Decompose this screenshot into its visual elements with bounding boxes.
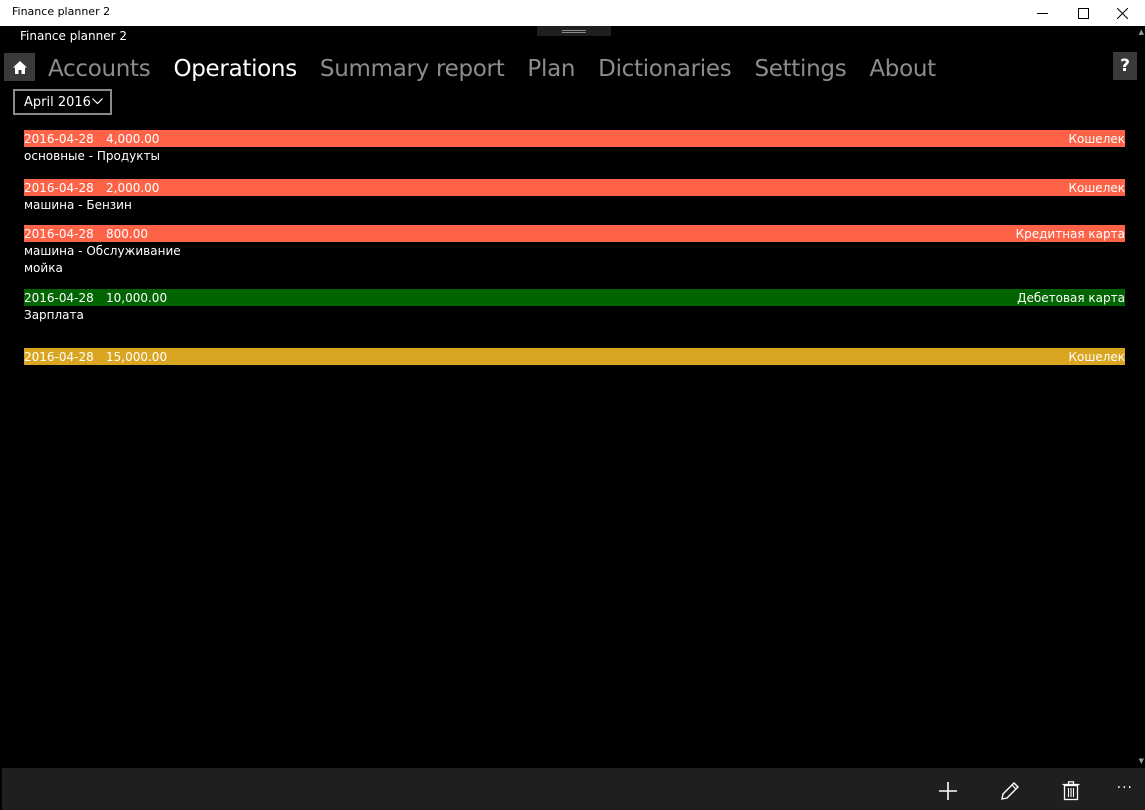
trash-icon xyxy=(1062,781,1080,801)
operation-amount: 4,000.00 xyxy=(106,131,160,146)
operation-account: Дебетовая карта xyxy=(1017,290,1125,305)
tab-operations[interactable]: Operations xyxy=(173,56,297,82)
tab-about[interactable]: About xyxy=(869,56,936,82)
month-select[interactable]: April 2016 xyxy=(13,89,112,115)
operation-header: 2016-04-28 2,000.00 Кошелек xyxy=(24,179,1125,196)
chevron-down-icon xyxy=(92,98,103,105)
operation-header: 2016-04-28 4,000.00 Кошелек xyxy=(24,130,1125,147)
pencil-icon xyxy=(1001,782,1019,800)
close-icon xyxy=(1116,7,1128,19)
minimize-icon xyxy=(1036,12,1048,14)
operation-category: машина - Обслуживание xyxy=(24,244,181,258)
operation-item[interactable]: 2016-04-28 15,000.00 Кошелек xyxy=(24,348,1125,365)
month-select-value: April 2016 xyxy=(24,94,91,110)
help-button[interactable]: ? xyxy=(1113,52,1137,80)
add-button[interactable] xyxy=(935,778,961,804)
home-icon xyxy=(12,60,27,74)
operation-date: 2016-04-28 xyxy=(24,290,94,305)
operation-date: 2016-04-28 xyxy=(24,180,94,195)
operation-date: 2016-04-28 xyxy=(24,226,94,241)
delete-button[interactable] xyxy=(1058,778,1084,804)
app-window: Finance planner 2 Finance planner 2 ▲ ▼ … xyxy=(0,0,1145,810)
scroll-up-icon[interactable]: ▲ xyxy=(1139,28,1144,36)
operation-item[interactable]: 2016-04-28 10,000.00 Дебетовая карта Зар… xyxy=(24,289,1125,323)
title-drag-grip[interactable] xyxy=(537,26,611,36)
operation-comment: мойка xyxy=(24,261,63,275)
operation-header: 2016-04-28 15,000.00 Кошелек xyxy=(24,348,1125,365)
operation-header: 2016-04-28 10,000.00 Дебетовая карта xyxy=(24,289,1125,306)
tab-accounts[interactable]: Accounts xyxy=(48,56,151,82)
close-button[interactable] xyxy=(1099,0,1145,26)
operation-account: Кредитная карта xyxy=(1015,226,1125,241)
operation-amount: 2,000.00 xyxy=(106,180,160,195)
vertical-scrollbar[interactable]: ▲ ▼ xyxy=(1136,26,1145,768)
add-icon xyxy=(939,782,957,800)
operation-account: Кошелек xyxy=(1068,180,1125,195)
operation-item[interactable]: 2016-04-28 800.00 Кредитная карта машина… xyxy=(24,225,1125,276)
command-bar: ··· xyxy=(2,768,1145,810)
operation-amount: 10,000.00 xyxy=(106,290,168,305)
home-button[interactable] xyxy=(4,53,35,81)
operation-date: 2016-04-28 xyxy=(24,131,94,146)
tab-summary-report[interactable]: Summary report xyxy=(320,56,505,82)
operation-amount: 800.00 xyxy=(106,226,148,241)
more-button[interactable]: ··· xyxy=(1117,780,1133,796)
edit-button[interactable] xyxy=(997,778,1023,804)
operation-amount: 15,000.00 xyxy=(106,349,168,364)
operation-account: Кошелек xyxy=(1068,131,1125,146)
maximize-icon xyxy=(1077,7,1089,19)
operation-account: Кошелек xyxy=(1068,349,1125,364)
app-content: Finance planner 2 ▲ ▼ Accounts Operation… xyxy=(2,26,1145,810)
window-title: Finance planner 2 xyxy=(12,5,111,18)
operation-category: основные - Продукты xyxy=(24,149,160,163)
operation-item[interactable]: 2016-04-28 4,000.00 Кошелек основные - П… xyxy=(24,130,1125,164)
operation-item[interactable]: 2016-04-28 2,000.00 Кошелек машина - Бен… xyxy=(24,179,1125,213)
operation-date: 2016-04-28 xyxy=(24,349,94,364)
operation-category: Зарплата xyxy=(24,308,84,322)
operation-header: 2016-04-28 800.00 Кредитная карта xyxy=(24,225,1125,242)
scroll-down-icon[interactable]: ▼ xyxy=(1139,757,1144,765)
tab-dictionaries[interactable]: Dictionaries xyxy=(598,56,732,82)
tab-settings[interactable]: Settings xyxy=(754,56,846,82)
title-bar: Finance planner 2 xyxy=(0,0,1145,26)
minimize-button[interactable] xyxy=(1019,0,1065,26)
main-nav: Accounts Operations Summary report Plan … xyxy=(48,52,959,86)
app-title: Finance planner 2 xyxy=(20,29,128,43)
tab-plan[interactable]: Plan xyxy=(527,56,575,82)
operation-category: машина - Бензин xyxy=(24,198,132,212)
